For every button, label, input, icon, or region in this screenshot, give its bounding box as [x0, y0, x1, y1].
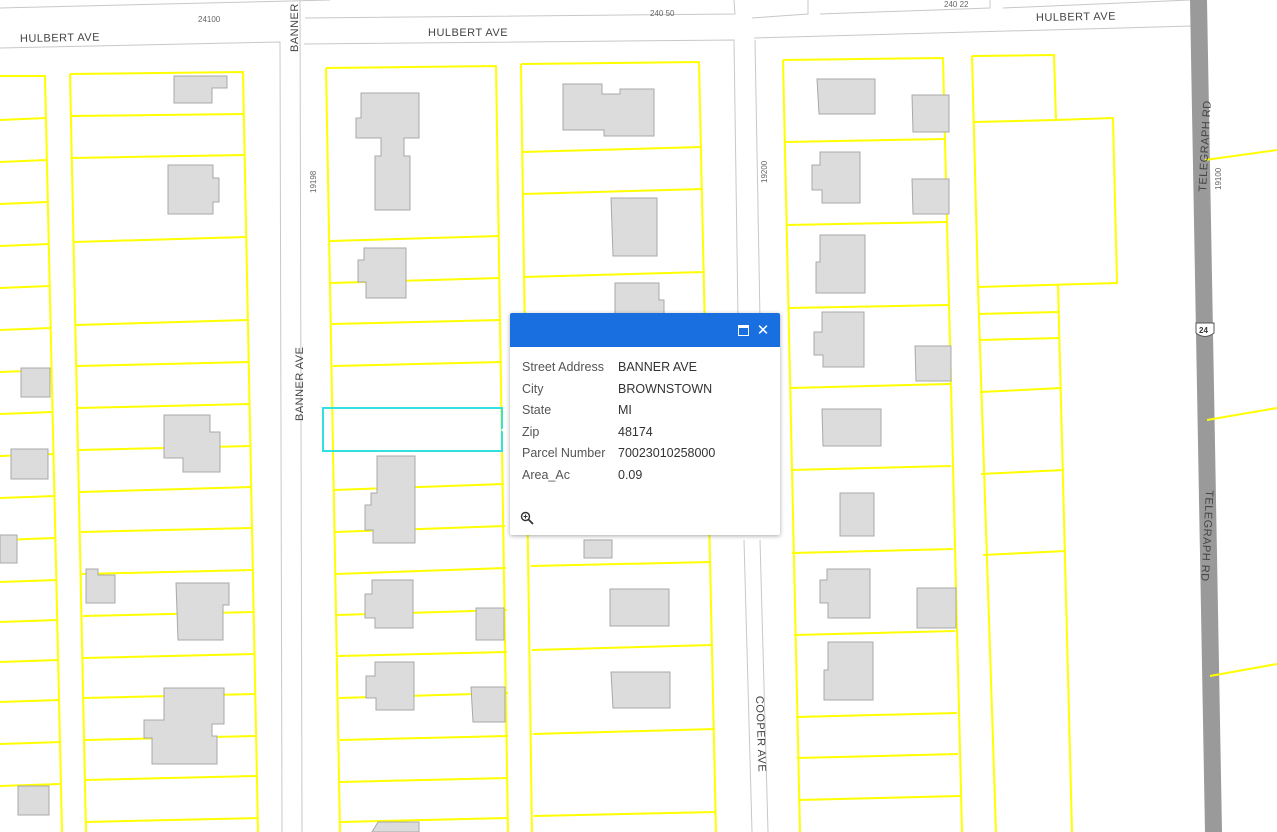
address-label: 19100 — [1214, 167, 1223, 190]
street-label-hulbert-2: HULBERT AVE — [428, 27, 508, 39]
attribute-key: Zip — [522, 424, 540, 439]
attribute-key: Street Address — [522, 360, 604, 374]
attribute-row: Area_Ac 0.09 — [522, 468, 768, 490]
address-label: 240 22 — [944, 0, 969, 9]
zoom-to-icon[interactable] — [520, 511, 534, 525]
close-icon[interactable]: ✕ — [754, 321, 772, 339]
attribute-row: Parcel Number 70023010258000 — [522, 446, 768, 468]
street-label-hulbert-1: HULBERT AVE — [20, 32, 100, 45]
attribute-value: MI — [618, 403, 632, 417]
street-label-banner-top: BANNER — [289, 3, 301, 52]
address-label: 19200 — [760, 160, 769, 183]
attribute-key: Area_Ac — [522, 467, 570, 482]
attribute-row: Street Address BANNER AVE — [522, 360, 768, 382]
attribute-row: State MI — [522, 403, 768, 425]
attribute-value: 70023010258000 — [618, 446, 716, 460]
route-shield-label: 24 — [1199, 326, 1208, 335]
popup-header: ✕ — [510, 313, 780, 347]
attribute-key: City — [522, 381, 544, 396]
attribute-value: BANNER AVE — [618, 360, 697, 374]
selected-parcel[interactable] — [322, 407, 503, 452]
attribute-row: Zip 48174 — [522, 425, 768, 447]
route-shield: 24 — [1195, 322, 1215, 337]
attribute-row: City BROWNSTOWN — [522, 382, 768, 404]
address-label: 24100 — [198, 15, 221, 24]
attribute-value: BROWNSTOWN — [618, 381, 713, 396]
attribute-key: State — [522, 403, 552, 417]
address-label: 240 50 — [650, 9, 675, 18]
building-footprints — [0, 75, 957, 832]
popup-body: Street Address BANNER AVE City BROWNSTOW… — [510, 347, 780, 489]
parcel-info-popup: ✕ Street Address BANNER AVE City BROWNST… — [510, 313, 780, 535]
street-label-cooper: COOPER AVE — [753, 696, 768, 773]
attribute-key: Parcel Number — [522, 446, 606, 460]
street-label-banner-mid: BANNER AVE — [294, 347, 306, 422]
address-label: 19198 — [309, 170, 318, 193]
attribute-value: 0.09 — [618, 467, 643, 482]
attribute-value: 48174 — [618, 424, 653, 439]
street-label-hulbert-3: HULBERT AVE — [1036, 11, 1116, 24]
maximize-icon[interactable] — [734, 321, 752, 339]
